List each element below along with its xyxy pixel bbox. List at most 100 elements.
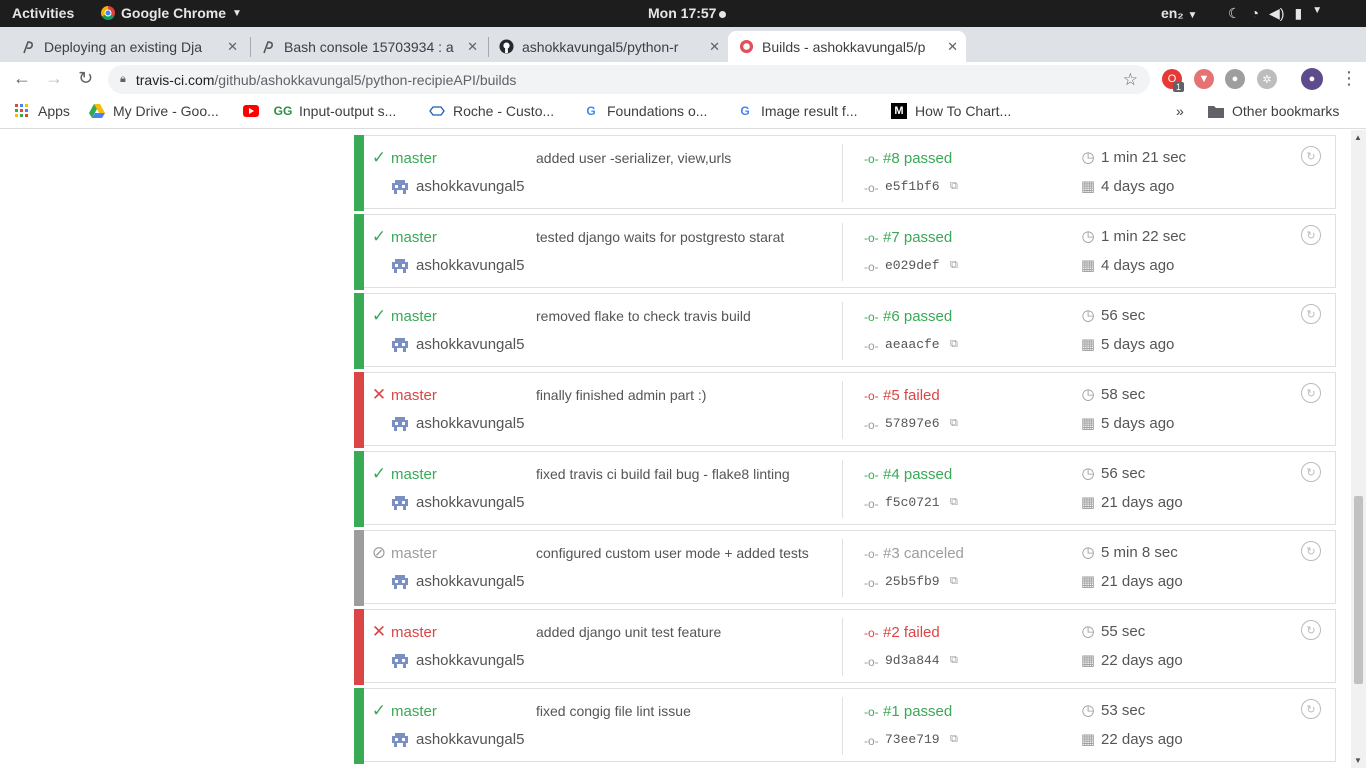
clock-icon: ◷ [1081, 386, 1095, 403]
clock[interactable]: Mon 17:57 [648, 5, 727, 21]
restart-build-icon[interactable]: ↻ [1301, 146, 1321, 166]
external-link-icon[interactable]: ⧉ [950, 417, 958, 430]
commit-sha-link[interactable]: 73ee719 [885, 732, 940, 747]
activities-button[interactable]: Activities [12, 5, 74, 21]
external-link-icon[interactable]: ⧉ [950, 180, 958, 193]
build-row[interactable]: ✕ master ashokkavungal5 finally finished… [354, 372, 1336, 448]
commit-node-icon: -o- [864, 547, 879, 561]
bookmark-image-result[interactable]: G Image result f... [737, 103, 857, 119]
external-link-icon[interactable]: ⧉ [950, 496, 958, 509]
restart-build-icon[interactable]: ↻ [1301, 699, 1321, 719]
volume-icon: ◀) [1269, 5, 1285, 21]
browser-toolbar: ← → ↻ 🔒︎ travis-ci.com/github/ashokkavun… [0, 62, 1366, 97]
close-icon[interactable]: ✕ [227, 39, 238, 55]
build-number-link[interactable]: #3 canceled [883, 545, 964, 562]
bookmark-input-output[interactable]: GG Input-output s... [274, 103, 397, 119]
build-row[interactable]: ✕ master ashokkavungal5 added django uni… [354, 609, 1336, 685]
chevron-down-icon: ▼ [1312, 5, 1323, 16]
build-number-link[interactable]: #4 passed [883, 466, 952, 483]
bookmark-youtube[interactable] [243, 103, 267, 119]
other-bookmarks-folder[interactable]: Other bookmarks [1208, 103, 1339, 119]
restart-build-icon[interactable]: ↻ [1301, 620, 1321, 640]
gnome-top-bar: Activities Google Chrome ▼ Mon 17:57 en₂… [0, 0, 1366, 27]
external-link-icon[interactable]: ⧉ [950, 338, 958, 351]
restart-build-icon[interactable]: ↻ [1301, 304, 1321, 324]
tab-github[interactable]: ashokkavungal5/python-r ✕ [488, 31, 728, 62]
branch-name[interactable]: master [391, 150, 437, 167]
restart-build-icon[interactable]: ↻ [1301, 383, 1321, 403]
bookmark-foundations[interactable]: G Foundations o... [583, 103, 707, 119]
build-row[interactable]: ⊘ master ashokkavungal5 configured custo… [354, 530, 1336, 606]
commit-sha-link[interactable]: f5c0721 [885, 495, 940, 510]
bookmark-my-drive[interactable]: My Drive - Goo... [89, 103, 219, 119]
branch-name[interactable]: master [391, 545, 437, 562]
build-number-link[interactable]: #6 passed [883, 308, 952, 325]
bookmark-roche[interactable]: Roche - Custo... [429, 103, 554, 119]
commit-sha-link[interactable]: 9d3a844 [885, 653, 940, 668]
close-icon[interactable]: ✕ [709, 39, 720, 55]
commit-sha-link[interactable]: aeaacfe [885, 337, 940, 352]
restart-build-icon[interactable]: ↻ [1301, 541, 1321, 561]
external-link-icon[interactable]: ⧉ [950, 733, 958, 746]
close-icon[interactable]: ✕ [467, 39, 478, 55]
scrollbar-thumb[interactable] [1354, 496, 1363, 684]
page-scrollbar[interactable]: ▲ ▼ [1351, 130, 1366, 768]
branch-name[interactable]: master [391, 624, 437, 641]
external-link-icon[interactable]: ⧉ [950, 654, 958, 667]
build-number-link[interactable]: #8 passed [883, 150, 952, 167]
tab-bash-console[interactable]: Bash console 15703934 : a ✕ [250, 31, 486, 62]
branch-name[interactable]: master [391, 703, 437, 720]
bookmark-star-icon[interactable]: ☆ [1123, 70, 1138, 90]
more-menu-icon[interactable]: ⋮ [1340, 68, 1358, 89]
tab-builds[interactable]: Builds - ashokkavungal5/p ✕ [728, 31, 966, 62]
reload-icon[interactable]: ↻ [78, 68, 93, 89]
branch-name[interactable]: master [391, 229, 437, 246]
external-link-icon[interactable]: ⧉ [950, 575, 958, 588]
build-status-stripe [354, 609, 364, 685]
bookmarks-overflow-button[interactable]: » [1176, 103, 1184, 119]
build-row[interactable]: ✓ master ashokkavungal5 fixed congig fil… [354, 688, 1336, 764]
branch-name[interactable]: master [391, 308, 437, 325]
profile-avatar[interactable]: ● [1301, 68, 1323, 90]
commit-sha-link[interactable]: 25b5fb9 [885, 574, 940, 589]
build-number-link[interactable]: #1 passed [883, 703, 952, 720]
bookmark-apps[interactable]: Apps [14, 103, 70, 119]
build-row[interactable]: ✓ master ashokkavungal5 added user -seri… [354, 135, 1336, 211]
puzzle-extension-icon[interactable]: ✲ [1257, 69, 1277, 89]
tab-deploying[interactable]: Deploying an existing Dja ✕ [10, 31, 246, 62]
chat-extension-icon[interactable]: ● [1225, 69, 1245, 89]
commit-sha-link[interactable]: 57897e6 [885, 416, 940, 431]
build-date: 4 days ago [1101, 178, 1175, 195]
column-divider [842, 460, 843, 518]
build-row[interactable]: ✓ master ashokkavungal5 tested django wa… [354, 214, 1336, 290]
app-menu[interactable]: Google Chrome ▼ [101, 5, 242, 21]
shield-extension-icon[interactable]: ▼ [1194, 69, 1214, 89]
bookmark-how-to-chart[interactable]: M How To Chart... [891, 103, 1011, 119]
forward-arrow-icon[interactable]: → [45, 68, 63, 89]
branch-name[interactable]: master [391, 466, 437, 483]
commit-sha-link[interactable]: e5f1bf6 [885, 179, 940, 194]
system-tray[interactable]: ☾ ◔ ◀) ▮ ▼ [1228, 5, 1322, 22]
build-duration: 58 sec [1101, 386, 1146, 403]
scroll-up-icon[interactable]: ▲ [1354, 133, 1362, 142]
restart-build-icon[interactable]: ↻ [1301, 462, 1321, 482]
commit-node-icon: -o- [864, 497, 879, 511]
restart-build-icon[interactable]: ↻ [1301, 225, 1321, 245]
external-link-icon[interactable]: ⧉ [950, 259, 958, 272]
branch-name[interactable]: master [391, 387, 437, 404]
scroll-down-icon[interactable]: ▼ [1354, 756, 1362, 765]
address-bar[interactable]: 🔒︎ travis-ci.com/github/ashokkavungal5/p… [108, 65, 1150, 94]
commit-sha-link[interactable]: e029def [885, 258, 940, 273]
pythonanywhere-icon [20, 39, 36, 55]
check-icon: ✓ [371, 701, 387, 720]
build-row[interactable]: ✓ master ashokkavungal5 removed flake to… [354, 293, 1336, 369]
column-divider [842, 144, 843, 202]
build-row[interactable]: ✓ master ashokkavungal5 fixed travis ci … [354, 451, 1336, 527]
build-number-link[interactable]: #2 failed [883, 624, 940, 641]
close-icon[interactable]: ✕ [947, 39, 958, 55]
back-arrow-icon[interactable]: ← [13, 68, 31, 89]
build-number-link[interactable]: #7 passed [883, 229, 952, 246]
build-number-link[interactable]: #5 failed [883, 387, 940, 404]
clock-text: Mon 17:57 [648, 5, 717, 21]
language-indicator[interactable]: en₂ ▼ [1161, 5, 1197, 21]
